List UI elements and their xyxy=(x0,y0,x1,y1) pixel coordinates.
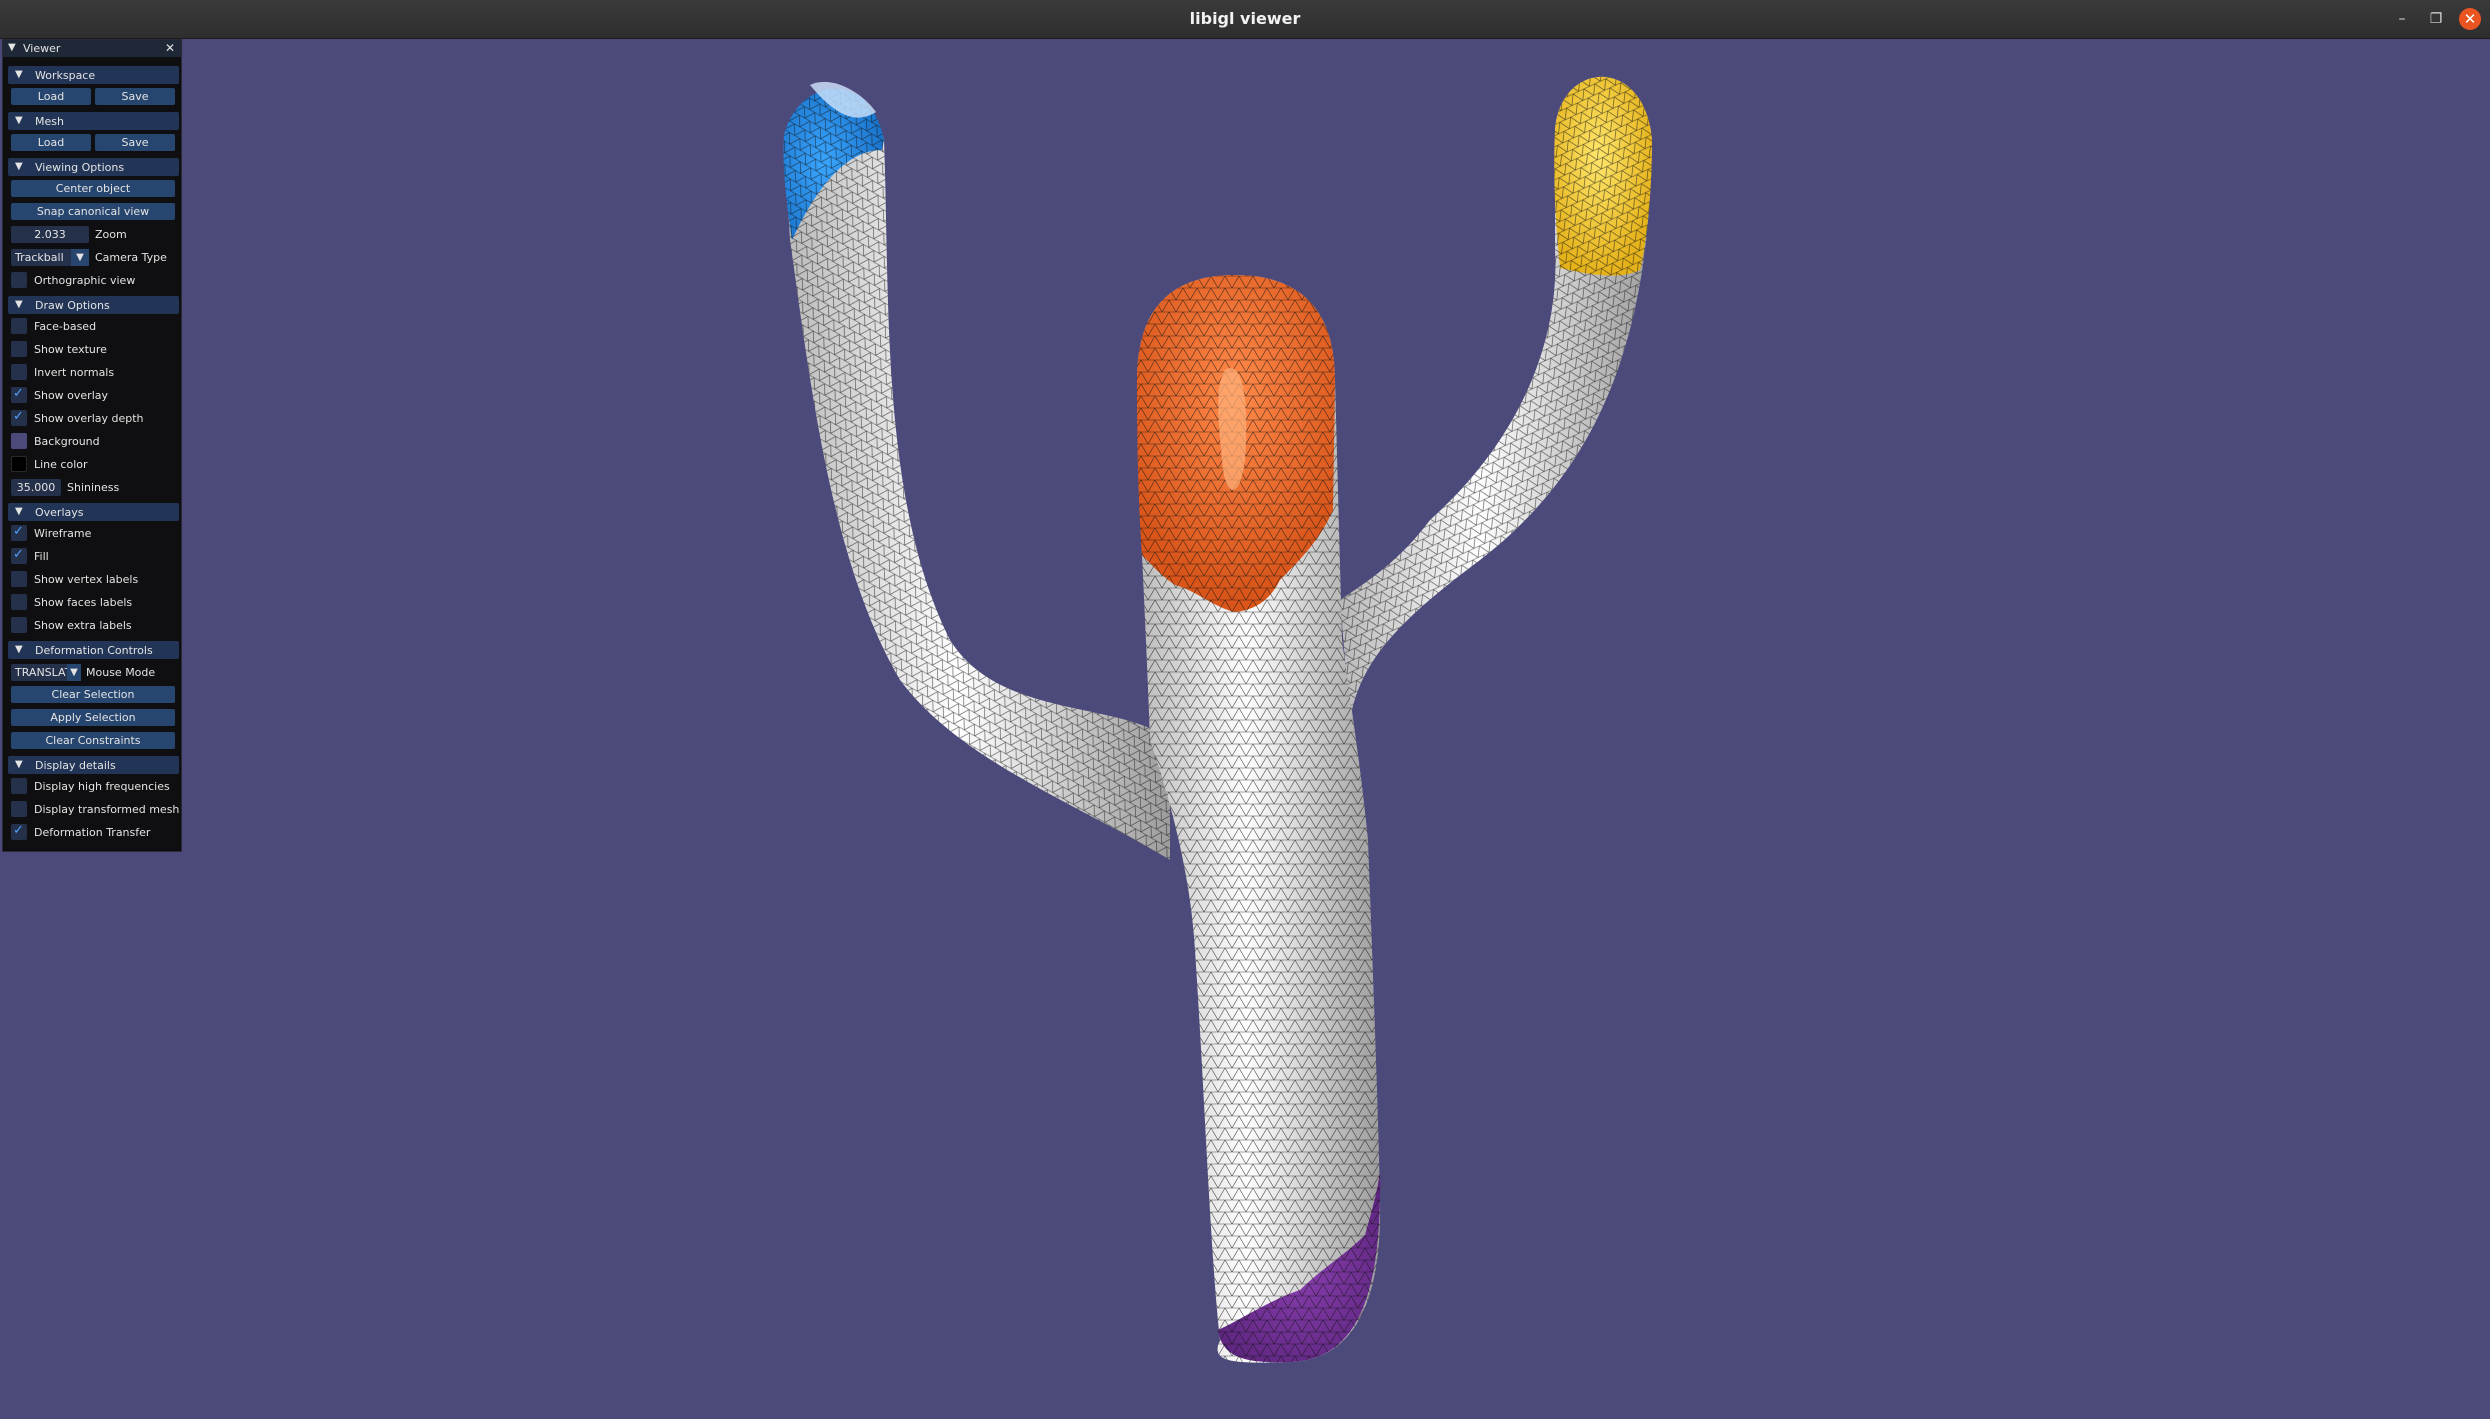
transformed-mesh-checkbox[interactable] xyxy=(11,801,27,817)
header-label: Workspace xyxy=(35,69,96,82)
header-display-details[interactable]: ▼ Display details xyxy=(8,756,179,774)
chevron-down-icon[interactable]: ▼ xyxy=(67,664,81,681)
header-label: Draw Options xyxy=(35,299,110,312)
show-overlay-depth-label: Show overlay depth xyxy=(34,412,144,425)
show-texture-checkbox[interactable] xyxy=(11,341,27,357)
mesh-right-arm xyxy=(1340,76,1652,720)
fill-label: Fill xyxy=(34,550,49,563)
close-icon[interactable]: ✕ xyxy=(165,41,175,55)
camera-type-label: Camera Type xyxy=(95,251,167,264)
mouse-mode-select[interactable]: TRANSLAT ▼ xyxy=(11,664,81,681)
triangle-down-icon: ▼ xyxy=(15,759,23,770)
window-titlebar: libigl viewer – ❐ ✕ xyxy=(0,0,2490,39)
mouse-mode-label: Mouse Mode xyxy=(86,666,156,679)
workspace-save-button[interactable]: Save xyxy=(95,88,175,105)
chevron-down-icon[interactable]: ▼ xyxy=(71,249,89,266)
deformation-transfer-label: Deformation Transfer xyxy=(34,826,151,839)
mouse-mode-value: TRANSLAT xyxy=(15,666,72,679)
clear-selection-button[interactable]: Clear Selection xyxy=(11,686,175,703)
camera-type-value: Trackball xyxy=(15,251,64,264)
window-title: libigl viewer xyxy=(1189,9,1301,28)
zoom-input[interactable]: 2.033 xyxy=(11,226,89,243)
maximize-button[interactable]: ❐ xyxy=(2425,8,2447,30)
face-based-label: Face-based xyxy=(34,320,97,333)
wireframe-checkbox[interactable] xyxy=(11,524,27,541)
mesh-render[interactable] xyxy=(0,39,2490,1415)
vertex-labels-label: Show vertex labels xyxy=(34,573,139,586)
shininess-input[interactable]: 35.000 xyxy=(11,479,61,496)
background-color-swatch[interactable] xyxy=(11,433,27,449)
triangle-down-icon: ▼ xyxy=(15,644,23,655)
panel-titlebar[interactable]: ▼ Viewer ✕ xyxy=(3,40,181,57)
header-deformation-controls[interactable]: ▼ Deformation Controls xyxy=(8,641,179,659)
triangle-down-icon: ▼ xyxy=(15,69,23,80)
header-label: Mesh xyxy=(35,115,64,128)
apply-selection-button[interactable]: Apply Selection xyxy=(11,709,175,726)
shininess-label: Shininess xyxy=(67,481,120,494)
header-label: Overlays xyxy=(35,506,84,519)
snap-canonical-view-button[interactable]: Snap canonical view xyxy=(11,203,175,220)
mesh-load-button[interactable]: Load xyxy=(11,134,91,151)
deformation-transfer-checkbox[interactable] xyxy=(11,823,27,840)
triangle-down-icon: ▼ xyxy=(15,506,23,517)
header-label: Viewing Options xyxy=(35,161,125,174)
zoom-label: Zoom xyxy=(95,228,127,241)
line-color-swatch[interactable] xyxy=(11,456,27,472)
show-texture-label: Show texture xyxy=(34,343,107,356)
header-mesh[interactable]: ▼ Mesh xyxy=(8,112,179,130)
mesh-left-arm xyxy=(783,81,1170,860)
panel-title: Viewer xyxy=(23,42,61,55)
header-draw-options[interactable]: ▼ Draw Options xyxy=(8,296,179,314)
center-object-button[interactable]: Center object xyxy=(11,180,175,197)
header-label: Deformation Controls xyxy=(35,644,153,657)
header-viewing-options[interactable]: ▼ Viewing Options xyxy=(8,158,179,176)
fill-checkbox[interactable] xyxy=(11,547,27,564)
faces-labels-checkbox[interactable] xyxy=(11,594,27,610)
invert-normals-label: Invert normals xyxy=(34,366,115,379)
3d-viewport[interactable] xyxy=(0,39,2490,1415)
high-frequencies-checkbox[interactable] xyxy=(11,778,27,794)
orthographic-view-label: Orthographic view xyxy=(34,274,136,287)
header-overlays[interactable]: ▼ Overlays xyxy=(8,503,179,521)
transformed-mesh-label: Display transformed mesh xyxy=(34,803,180,816)
high-frequencies-label: Display high frequencies xyxy=(34,780,170,793)
triangle-down-icon: ▼ xyxy=(15,115,23,126)
background-color-label: Background xyxy=(34,435,100,448)
extra-labels-checkbox[interactable] xyxy=(11,617,27,633)
faces-labels-label: Show faces labels xyxy=(34,596,133,609)
minimize-button[interactable]: – xyxy=(2391,8,2413,30)
line-color-label: Line color xyxy=(34,458,88,471)
clear-constraints-button[interactable]: Clear Constraints xyxy=(11,732,175,749)
vertex-labels-checkbox[interactable] xyxy=(11,571,27,587)
header-label: Display details xyxy=(35,759,116,772)
triangle-down-icon: ▼ xyxy=(15,299,23,310)
mesh-body xyxy=(1137,275,1381,1363)
face-based-checkbox[interactable] xyxy=(11,318,27,334)
camera-type-select[interactable]: Trackball ▼ xyxy=(11,249,89,266)
collapse-triangle-icon[interactable]: ▼ xyxy=(8,42,16,53)
mesh-save-button[interactable]: Save xyxy=(95,134,175,151)
close-window-button[interactable]: ✕ xyxy=(2459,8,2481,30)
viewer-panel: ▼ Viewer ✕ ▼ Workspace Load Save ▼ Mesh … xyxy=(2,39,182,852)
show-overlay-depth-checkbox[interactable] xyxy=(11,409,27,426)
workspace-load-button[interactable]: Load xyxy=(11,88,91,105)
show-overlay-label: Show overlay xyxy=(34,389,109,402)
triangle-down-icon: ▼ xyxy=(15,161,23,172)
orthographic-view-checkbox[interactable] xyxy=(11,272,27,288)
show-overlay-checkbox[interactable] xyxy=(11,386,27,403)
extra-labels-label: Show extra labels xyxy=(34,619,132,632)
wireframe-label: Wireframe xyxy=(34,527,92,540)
header-workspace[interactable]: ▼ Workspace xyxy=(8,66,179,84)
invert-normals-checkbox[interactable] xyxy=(11,364,27,380)
